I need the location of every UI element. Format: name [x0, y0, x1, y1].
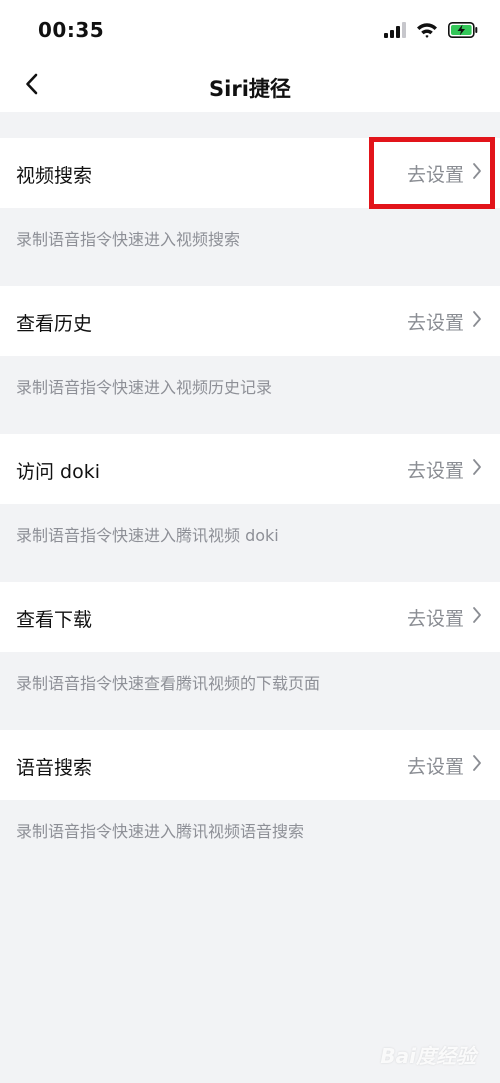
setup-label: 去设置 [406, 607, 464, 630]
item-title: 语音搜索 [16, 757, 93, 779]
chevron-right-icon [472, 310, 482, 333]
status-icons [384, 22, 478, 42]
shortcut-item-visit-doki: 访问 doki 去设置 录制语音指令快速进入腾讯视频 doki [0, 434, 500, 582]
setup-button[interactable]: 去设置 [407, 602, 482, 632]
item-title: 查看历史 [16, 313, 93, 335]
chevron-right-icon [472, 162, 482, 185]
setup-button[interactable]: 去设置 [407, 750, 482, 780]
item-title: 访问 doki [16, 461, 101, 483]
cellular-signal-icon [384, 22, 406, 42]
shortcut-item-video-search: 视频搜索 去设置 录制语音指令快速进入视频搜索 [0, 138, 500, 286]
list-item[interactable]: 视频搜索 去设置 [0, 138, 500, 208]
item-description-area: 录制语音指令快速进入视频搜索 [0, 208, 500, 286]
chevron-right-icon [472, 606, 482, 629]
item-description: 录制语音指令快速进入视频历史记录 [16, 378, 273, 397]
shortcut-item-voice-search: 语音搜索 去设置 录制语音指令快速进入腾讯视频语音搜索 [0, 730, 500, 878]
item-description: 录制语音指令快速进入腾讯视频语音搜索 [16, 822, 305, 841]
nav-bar: Siri捷径 [0, 62, 500, 112]
chevron-right-icon [472, 754, 482, 777]
list-item[interactable]: 查看历史 去设置 [0, 286, 500, 356]
status-time: 00:35 [38, 18, 105, 42]
item-description-area: 录制语音指令快速进入腾讯视频语音搜索 [0, 800, 500, 878]
setup-label: 去设置 [406, 755, 464, 778]
list-item[interactable]: 语音搜索 去设置 [0, 730, 500, 800]
shortcut-item-view-downloads: 查看下载 去设置 录制语音指令快速查看腾讯视频的下载页面 [0, 582, 500, 730]
item-title: 视频搜索 [16, 165, 93, 187]
item-description: 录制语音指令快速查看腾讯视频的下载页面 [16, 674, 321, 693]
page-title: Siri捷径 [209, 77, 291, 101]
shortcut-list: 视频搜索 去设置 录制语音指令快速进入视频搜索 查看历史 去设置 录制语音指令快… [0, 138, 500, 878]
battery-charging-icon [448, 22, 478, 42]
setup-label: 去设置 [406, 163, 464, 186]
setup-button[interactable]: 去设置 [407, 158, 482, 188]
status-bar: 00:35 [0, 0, 500, 62]
item-title: 查看下载 [16, 609, 93, 631]
chevron-right-icon [472, 458, 482, 481]
setup-label: 去设置 [406, 311, 464, 334]
setup-button[interactable]: 去设置 [407, 306, 482, 336]
list-item[interactable]: 访问 doki 去设置 [0, 434, 500, 504]
setup-label: 去设置 [406, 459, 464, 482]
item-description-area: 录制语音指令快速查看腾讯视频的下载页面 [0, 652, 500, 730]
item-description-area: 录制语音指令快速进入视频历史记录 [0, 356, 500, 434]
item-description-area: 录制语音指令快速进入腾讯视频 doki [0, 504, 500, 582]
wifi-icon [416, 22, 438, 42]
list-item[interactable]: 查看下载 去设置 [0, 582, 500, 652]
setup-button[interactable]: 去设置 [407, 454, 482, 484]
watermark: Bai度经验 [380, 1044, 476, 1068]
item-description: 录制语音指令快速进入视频搜索 [16, 230, 241, 249]
item-description: 录制语音指令快速进入腾讯视频 doki [16, 526, 279, 545]
shortcut-item-view-history: 查看历史 去设置 录制语音指令快速进入视频历史记录 [0, 286, 500, 434]
